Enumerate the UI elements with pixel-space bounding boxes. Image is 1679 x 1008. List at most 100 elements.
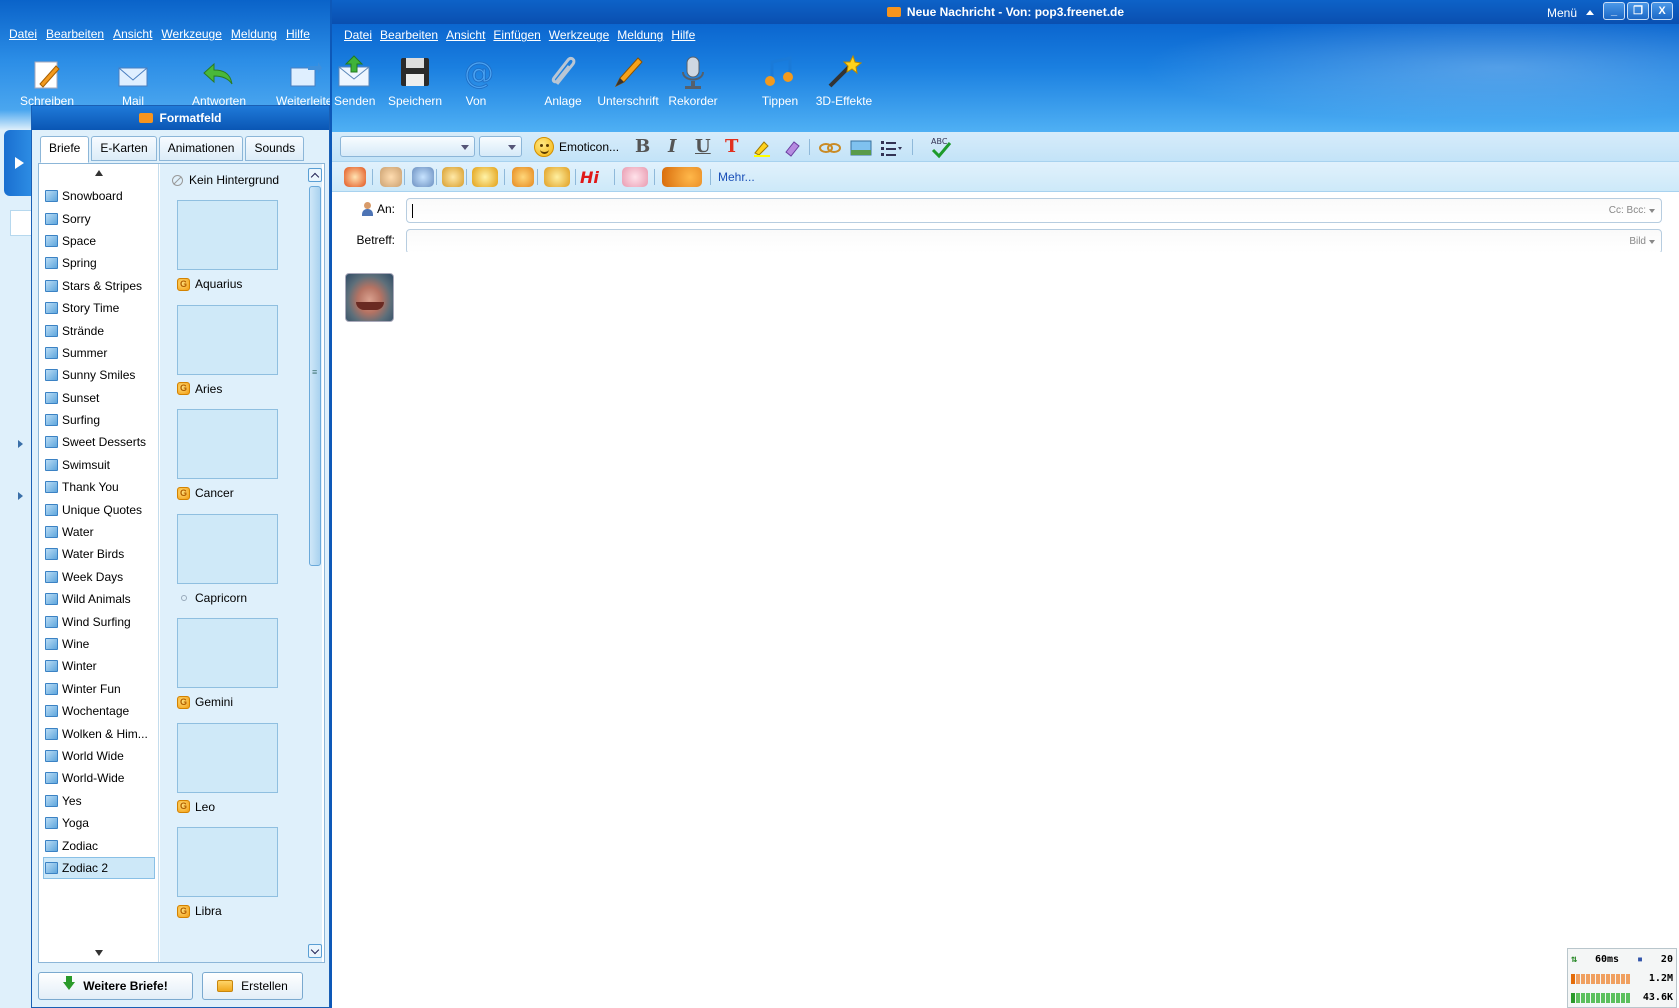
list-item[interactable]: World-Wide (39, 767, 159, 789)
hi-text-animation-icon[interactable]: Hi (580, 168, 610, 186)
list-scroll-down-icon[interactable] (95, 950, 103, 956)
menu-button[interactable]: Menü (1547, 6, 1577, 20)
3d-effects-button[interactable]: 3D-Effekte (814, 54, 874, 108)
list-item[interactable]: Sunset (39, 387, 159, 409)
list-icon[interactable] (880, 139, 904, 157)
no-background-option[interactable]: Kein Hintergrund (172, 173, 279, 187)
tab-sounds[interactable]: Sounds (245, 136, 305, 161)
list-item[interactable]: Summer (39, 342, 159, 364)
signature-button[interactable]: Unterschrift (597, 54, 659, 108)
eraser-icon[interactable] (782, 138, 802, 158)
thumbnail-preview[interactable] (177, 827, 278, 897)
character-animation-icon[interactable] (472, 167, 498, 187)
list-item[interactable]: Zodiac 2 (43, 856, 155, 880)
list-item[interactable]: Surfing (39, 409, 159, 431)
list-item[interactable]: Wind Surfing (39, 610, 159, 632)
list-item[interactable]: Water Birds (39, 543, 159, 565)
scroll-up-button[interactable] (308, 168, 322, 182)
list-item[interactable]: Wolken & Him... (39, 722, 159, 744)
thumbnail-preview[interactable] (177, 200, 278, 270)
font-size-select[interactable] (479, 136, 522, 157)
list-item[interactable]: Unique Quotes (39, 498, 159, 520)
list-item[interactable]: Yoga (39, 812, 159, 834)
bold-button[interactable]: B (635, 136, 650, 157)
thumbnail-preview[interactable] (177, 722, 278, 793)
santa-emoticon-icon[interactable] (344, 167, 366, 187)
bg-menu-werkzeuge[interactable]: Werkzeuge (161, 27, 221, 41)
send-button[interactable]: Senden (334, 54, 375, 108)
stationery-thumbnail[interactable]: G Aries (177, 304, 278, 396)
menu-hilfe[interactable]: Hilfe (671, 28, 695, 42)
stationery-thumbnail[interactable]: Capricorn (177, 513, 278, 605)
list-item[interactable]: Yes (39, 790, 159, 812)
underline-button[interactable]: U (695, 136, 711, 157)
stationery-thumbnail[interactable]: G Gemini (177, 618, 278, 709)
italic-button[interactable]: I (668, 136, 676, 157)
character-animation-icon[interactable] (380, 167, 402, 187)
more-stationery-button[interactable]: Weitere Briefe! (38, 972, 193, 1000)
list-item[interactable]: Story Time (39, 297, 159, 319)
list-item[interactable]: Swimsuit (39, 454, 159, 476)
bg-menu-ansicht[interactable]: Ansicht (113, 27, 152, 41)
list-item[interactable]: Wochentage (39, 700, 159, 722)
typing-sound-button[interactable]: Tippen (760, 54, 800, 108)
menu-einfuegen[interactable]: Einfügen (493, 28, 540, 42)
list-item[interactable]: Snowboard (39, 185, 159, 207)
thumbnail-preview[interactable] (177, 409, 278, 479)
scroll-down-button[interactable] (308, 944, 322, 958)
list-item[interactable]: Water (39, 521, 159, 543)
thumbnail-preview[interactable] (177, 304, 278, 375)
spellcheck-icon[interactable]: ABC (928, 135, 954, 159)
list-item[interactable]: Winter Fun (39, 678, 159, 700)
cc-bcc-toggle[interactable]: Cc: Bcc: (1609, 205, 1655, 216)
list-item[interactable]: Sunny Smiles (39, 364, 159, 386)
expand-arrow-icon[interactable] (18, 440, 23, 448)
list-item[interactable]: Thank You (39, 476, 159, 498)
character-animation-icon[interactable] (442, 167, 464, 187)
stationery-thumbnail[interactable]: G Libra (177, 827, 278, 918)
maximize-button[interactable]: ❐ (1627, 2, 1649, 20)
bg-menu-bearbeiten[interactable]: Bearbeiten (46, 27, 104, 41)
sidebar-expand-button[interactable] (4, 130, 32, 196)
list-scroll-up-icon[interactable] (95, 170, 103, 176)
tab-e-karten[interactable]: E-Karten (91, 136, 157, 161)
list-item[interactable]: Spring (39, 252, 159, 274)
character-animation-icon[interactable] (544, 167, 570, 187)
bg-menu-datei[interactable]: Datei (9, 27, 37, 41)
stationery-thumbnail[interactable]: G Aquarius (177, 200, 278, 291)
character-animation-icon[interactable] (622, 167, 648, 187)
list-item[interactable]: Wine (39, 633, 159, 655)
close-button[interactable]: X (1651, 2, 1673, 20)
menu-ansicht[interactable]: Ansicht (446, 28, 485, 42)
message-body-editor[interactable] (332, 252, 1679, 1008)
subject-input[interactable]: Bild (406, 229, 1662, 254)
attachment-button[interactable]: Anlage (543, 54, 583, 108)
person-icon[interactable] (361, 202, 373, 216)
list-item[interactable]: Wild Animals (39, 588, 159, 610)
insert-image-icon[interactable] (850, 139, 872, 157)
expand-arrow-icon[interactable] (18, 492, 23, 500)
create-stationery-button[interactable]: Erstellen (202, 972, 303, 1000)
list-item[interactable]: Winter (39, 655, 159, 677)
character-animation-icon[interactable] (412, 167, 434, 187)
thumbnail-preview[interactable] (177, 618, 278, 688)
tab-briefe[interactable]: Briefe (40, 136, 90, 163)
list-item[interactable]: Zodiac (39, 834, 159, 856)
image-toggle[interactable]: Bild (1629, 236, 1655, 247)
save-button[interactable]: Speichern (388, 54, 442, 108)
thumbnail-scrollbar[interactable] (308, 164, 322, 962)
bg-menu-meldung[interactable]: Meldung (231, 27, 277, 41)
to-input[interactable]: Cc: Bcc: (406, 198, 1662, 223)
font-family-select[interactable] (340, 136, 475, 157)
menu-datei[interactable]: Datei (344, 28, 372, 42)
text-color-button[interactable]: T (725, 136, 738, 157)
thumbnail-preview[interactable] (177, 513, 278, 584)
emoticon-button[interactable]: Emoticon... (534, 135, 619, 159)
list-item[interactable]: Sweet Desserts (39, 431, 159, 453)
recorder-button[interactable]: Rekorder (668, 54, 718, 108)
pumpkin-animation-icon[interactable] (662, 167, 702, 187)
menu-caret-icon[interactable] (1586, 10, 1594, 15)
link-icon[interactable] (819, 139, 841, 157)
list-item[interactable]: Stars & Stripes (39, 275, 159, 297)
more-animations-link[interactable]: Mehr... (718, 170, 755, 184)
